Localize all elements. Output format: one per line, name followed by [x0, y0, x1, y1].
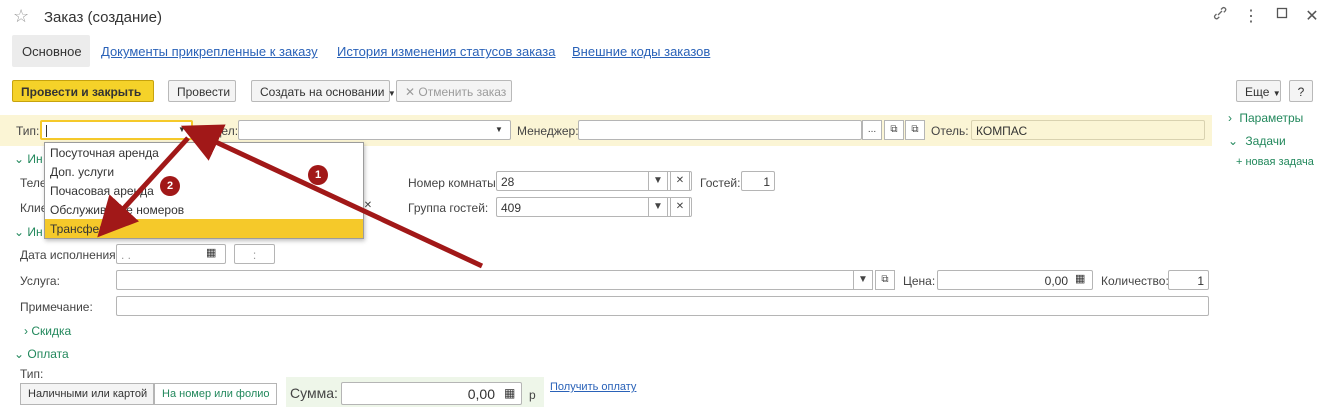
annotation-badge-1: 1	[308, 165, 328, 185]
annotation-arrows	[97, 124, 484, 269]
annotation-badge-2: 2	[160, 176, 180, 196]
annotation-arrow-1	[180, 124, 484, 269]
